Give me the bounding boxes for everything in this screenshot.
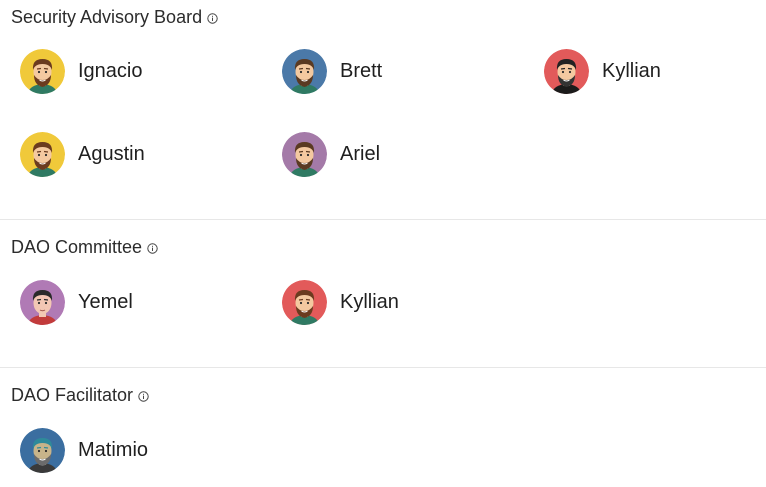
member-item[interactable]: Yemel — [20, 279, 133, 325]
info-circle-icon[interactable] — [147, 242, 158, 254]
section-title-text: DAO Facilitator — [11, 385, 134, 405]
member-name: Kyllian — [340, 291, 399, 313]
avatar — [20, 48, 65, 94]
section-title: DAO Facilitator — [11, 384, 149, 406]
member-name: Ignacio — [78, 60, 143, 82]
info-circle-icon[interactable] — [138, 390, 149, 402]
avatar — [282, 279, 327, 325]
section-divider — [0, 367, 766, 368]
member-name: Agustin — [78, 143, 145, 165]
avatar — [544, 48, 589, 94]
avatar — [282, 48, 327, 94]
member-name: Ariel — [340, 143, 381, 165]
member-item[interactable]: Ariel — [282, 131, 380, 177]
section-title-text: DAO Committee — [11, 237, 143, 257]
member-item[interactable]: Ignacio — [20, 48, 143, 94]
section-title: Security Advisory Board — [11, 6, 218, 28]
info-circle-icon[interactable] — [207, 12, 218, 24]
member-name: Kyllian — [602, 60, 661, 82]
section-title-text: Security Advisory Board — [11, 7, 203, 27]
avatar — [20, 131, 65, 177]
section-title: DAO Committee — [11, 236, 158, 258]
member-item[interactable]: Agustin — [20, 131, 145, 177]
member-name: Brett — [340, 60, 383, 82]
member-name: Matimio — [78, 439, 149, 461]
avatar — [20, 279, 65, 325]
member-item[interactable]: Kyllian — [282, 279, 399, 325]
member-item[interactable]: Kyllian — [544, 48, 661, 94]
avatar — [20, 427, 65, 473]
section-divider — [0, 219, 766, 220]
avatar — [282, 131, 327, 177]
member-name: Yemel — [78, 291, 133, 313]
member-item[interactable]: Matimio — [20, 427, 148, 473]
member-item[interactable]: Brett — [282, 48, 382, 94]
